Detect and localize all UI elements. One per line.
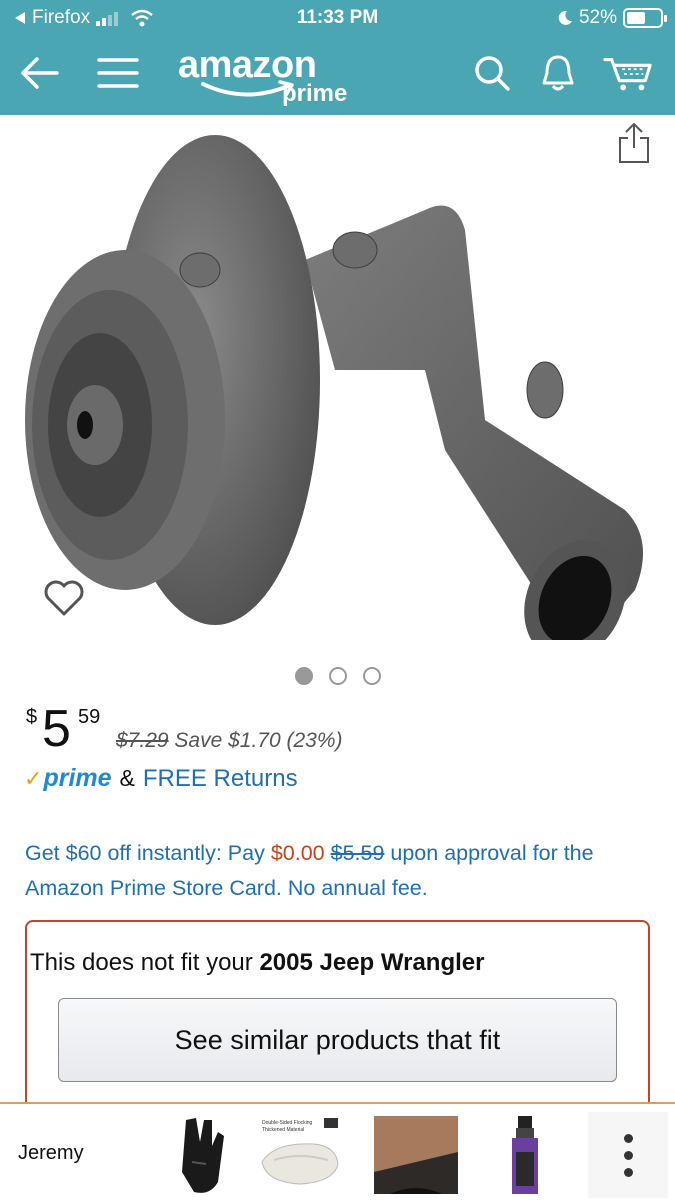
prime-line: ✓ prime & FREE Returns (24, 764, 298, 793)
bell-icon[interactable] (533, 48, 583, 98)
carousel-dot[interactable] (294, 667, 313, 685)
wishlist-heart-icon[interactable] (42, 578, 86, 618)
ampersand: & (119, 765, 135, 791)
list-price: $7.29 (116, 729, 169, 752)
thumb-gloves[interactable] (158, 1112, 250, 1198)
moon-icon (558, 10, 572, 25)
bottom-bar: Jeremy Double-Sided Flocking Thickened M… (0, 1102, 675, 1200)
fitment-message: This does not fit your 2005 Jeep Wrangle… (30, 949, 484, 977)
thumb-air-mattress[interactable]: Double-Sided Flocking Thickened Material (254, 1112, 346, 1198)
thumb-rubber-mat[interactable] (370, 1112, 462, 1198)
thumb-spray-bottle[interactable] (480, 1112, 572, 1198)
carousel-dot[interactable] (328, 667, 347, 685)
free-returns-link[interactable]: FREE Returns (143, 765, 298, 793)
fitment-prefix: This does not fit your (30, 949, 260, 976)
status-bar: Firefox 11:33 PM 52% (0, 0, 675, 38)
more-options-icon[interactable] (588, 1112, 668, 1198)
status-right: 52% (557, 7, 667, 29)
promo-pay-amount: $0.00 (270, 841, 325, 865)
see-similar-products-button[interactable]: See similar products that fit (58, 998, 617, 1082)
amazon-prime-logo[interactable]: amazon prime (178, 44, 378, 108)
list-price-line: $7.29 Save $1.70 (23%) (116, 729, 343, 753)
search-icon[interactable] (467, 48, 517, 98)
header-nav: amazon prime (0, 38, 675, 115)
carousel-dot[interactable] (362, 667, 381, 685)
battery-icon (623, 8, 667, 28)
price-whole: 5 (42, 700, 71, 758)
cart-icon[interactable] (603, 48, 653, 98)
price-fraction: 59 (78, 706, 101, 728)
promo-struck-amount: $5.59 (330, 841, 385, 865)
user-name[interactable]: Jeremy (18, 1142, 84, 1165)
store-card-promo[interactable]: Get $60 off instantly: Pay $0.00 $5.59 u… (25, 836, 655, 906)
svg-text:Double-Sided Flocking: Double-Sided Flocking (262, 1120, 313, 1126)
battery-percent: 52% (578, 7, 617, 28)
promo-part1: Get $60 off instantly: Pay (25, 841, 271, 865)
fitment-vehicle: 2005 Jeep Wrangler (259, 949, 485, 976)
svg-text:Thickened Material: Thickened Material (262, 1127, 304, 1133)
prime-check-icon: ✓ (24, 766, 43, 791)
image-carousel-dots[interactable] (0, 667, 675, 685)
back-arrow-icon[interactable] (14, 48, 64, 98)
product-image[interactable] (15, 120, 660, 640)
menu-icon[interactable] (93, 48, 143, 98)
prime-badge: prime (43, 764, 112, 792)
price-symbol: $ (26, 706, 38, 728)
logo-prime: prime (282, 80, 348, 107)
savings-text: Save $1.70 (23%) (174, 729, 343, 752)
